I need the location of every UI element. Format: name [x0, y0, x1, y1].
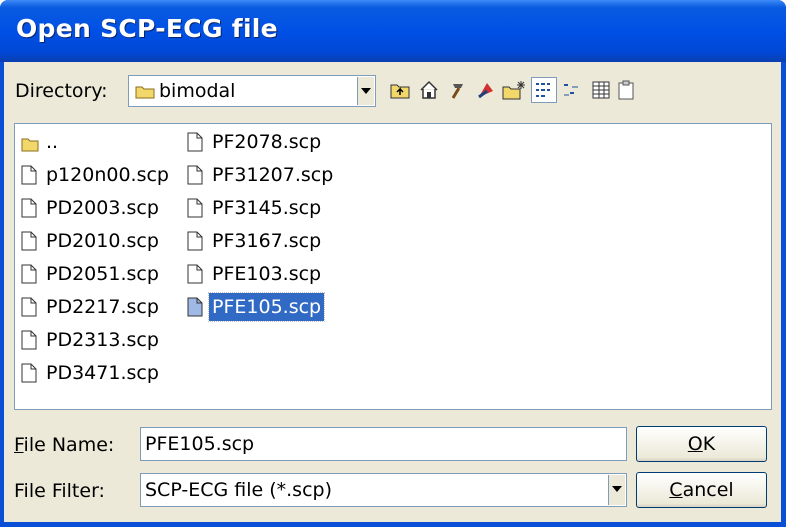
file-list-item-label: PF2078.scp [212, 131, 322, 153]
file-list-item-label: PF3145.scp [212, 197, 322, 219]
list-view-icon[interactable] [531, 77, 557, 103]
file-icon [21, 264, 37, 292]
file-icon [21, 297, 37, 325]
file-list-item-label: p120n00.scp [46, 164, 169, 186]
file-icon [21, 231, 37, 259]
file-list-item-label: PD2217.scp [46, 296, 159, 318]
cancel-accel: C [669, 479, 683, 501]
file-list-item-label: PFE103.scp [212, 263, 322, 285]
title-bar[interactable]: Open SCP-ECG file [0, 0, 786, 62]
file-icon [21, 165, 37, 193]
file-list[interactable]: .. p120n00.scp PD2003.scp PD2010.scp PD2051.… [14, 123, 772, 410]
file-icon [187, 264, 203, 292]
file-icon [21, 363, 37, 391]
file-icon [187, 297, 203, 325]
directory-dropdown-button[interactable] [357, 77, 374, 105]
hammer-icon[interactable] [445, 77, 471, 103]
file-list-item-label: PF3167.scp [212, 230, 322, 252]
home-icon[interactable] [416, 77, 442, 103]
ok-label: K [702, 433, 716, 455]
dialog-body: Directory: bimodal .. p120n00.scp PD2003… [4, 62, 781, 522]
folder-icon [21, 132, 39, 160]
ok-button[interactable]: OK [636, 426, 767, 462]
file-icon [21, 198, 37, 226]
ok-accel: O [687, 433, 703, 455]
file-list-item-label: PF31207.scp [212, 164, 334, 186]
cancel-label: ancel [682, 479, 734, 501]
clipboard-icon[interactable] [613, 77, 639, 103]
bookmark-icon[interactable] [473, 77, 499, 103]
grid-view-icon[interactable] [588, 77, 614, 103]
file-name-label-text: ile Name: [23, 434, 115, 456]
directory-combo[interactable]: bimodal [128, 75, 376, 107]
up-folder-icon[interactable] [387, 77, 413, 103]
file-list-item-label: PD3471.scp [46, 362, 159, 384]
cancel-button[interactable]: Cancel [636, 472, 767, 508]
file-list-item-label: PD2010.scp [46, 230, 159, 252]
new-folder-icon[interactable] [501, 77, 527, 103]
file-name-value: PFE105.scp [145, 433, 255, 455]
window-title: Open SCP-ECG file [16, 14, 278, 43]
file-icon [187, 165, 203, 193]
file-name-label-accel: F [14, 434, 24, 456]
file-icon [21, 330, 37, 358]
dialog-window: Open SCP-ECG file Directory: bimodal .. … [0, 0, 786, 527]
file-name-label: File Name: [14, 434, 114, 456]
file-filter-combo[interactable]: SCP-ECG file (*.scp) [140, 473, 627, 507]
window-border-right [781, 62, 786, 527]
file-list-item-label: PD2051.scp [46, 263, 159, 285]
file-list-item-label: PFE105.scp [207, 292, 326, 322]
file-icon [187, 198, 203, 226]
directory-label: Directory: [15, 80, 108, 102]
file-list-item-label: .. [46, 131, 59, 153]
file-filter-dropdown-button[interactable] [608, 475, 625, 505]
directory-value: bimodal [159, 80, 236, 102]
file-filter-value: SCP-ECG file (*.scp) [145, 479, 333, 501]
file-icon [187, 231, 203, 259]
window-border-bottom [0, 522, 786, 527]
file-icon [187, 132, 203, 160]
file-name-input[interactable]: PFE105.scp [140, 427, 627, 461]
file-list-item-label: PD2313.scp [46, 329, 159, 351]
details-view-icon[interactable] [560, 77, 586, 103]
file-filter-label: File Filter: [14, 480, 105, 502]
folder-icon [135, 86, 155, 99]
file-list-item-label: PD2003.scp [46, 197, 159, 219]
